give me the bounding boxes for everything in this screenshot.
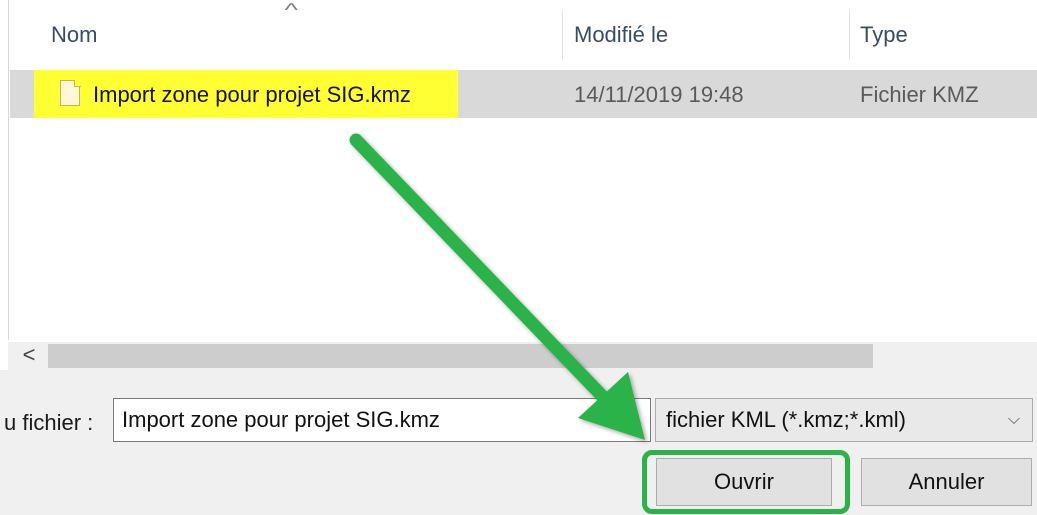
annotation-arrow [349, 133, 645, 440]
arrow-shaft [349, 133, 613, 407]
